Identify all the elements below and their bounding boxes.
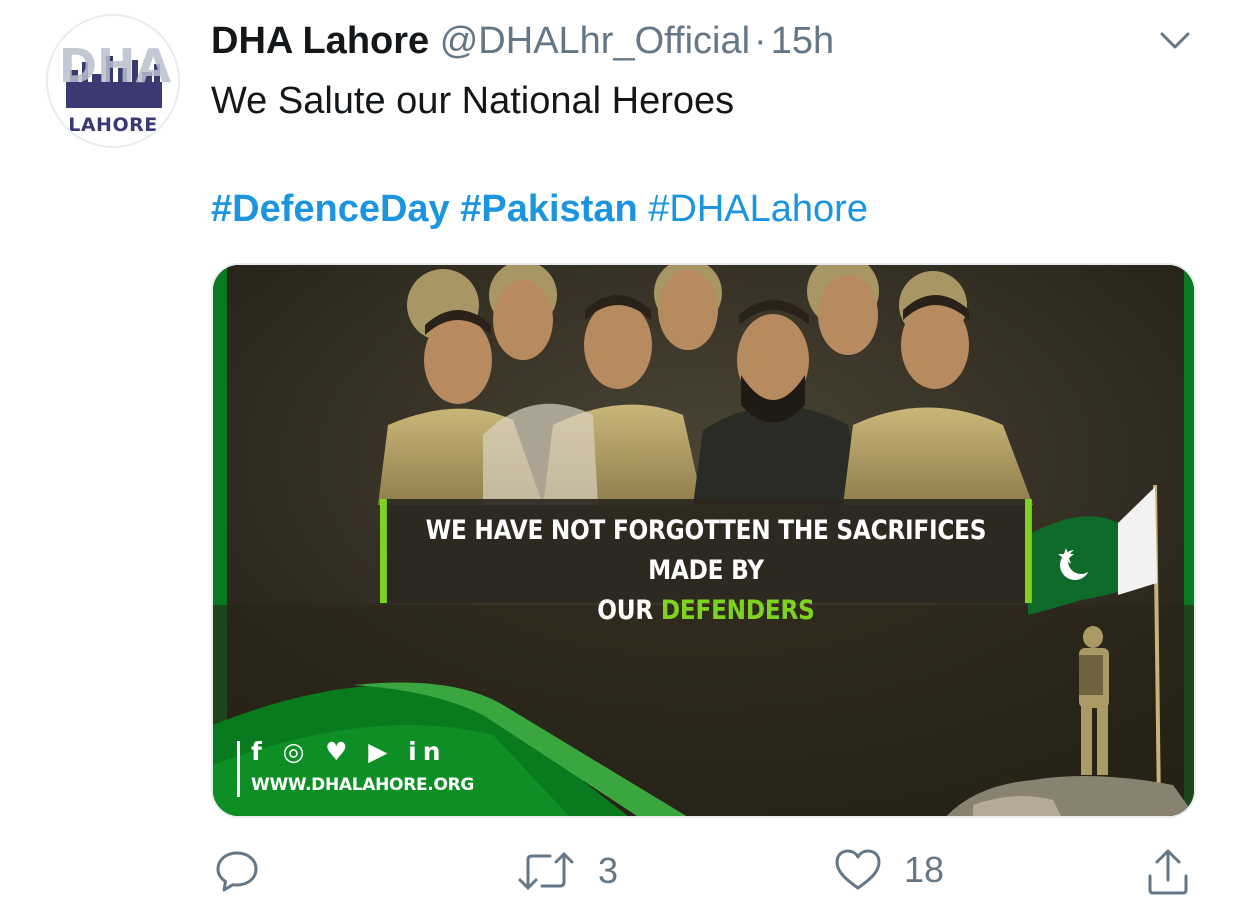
tweet-text: We Salute our National Heroes [211,80,735,122]
hashtag-dhalahore[interactable]: #DHALahore [648,188,868,230]
retweet-button[interactable]: 3 [516,848,618,894]
like-count: 18 [904,849,945,890]
author-name[interactable]: DHA Lahore [211,20,429,62]
headline-line1: WE HAVE NOT FORGOTTEN THE SACRIFICES MAD… [425,515,987,586]
avatar[interactable]: DHA LAHORE [46,14,180,148]
headline-line2: OUR DEFENDERS [387,591,1025,631]
hashtag-pakistan[interactable]: #Pakistan [460,188,637,230]
chevron-down-icon[interactable] [1158,28,1192,52]
avatar-caption: LAHORE [68,114,158,136]
social-divider [237,741,240,797]
author-handle[interactable]: @DHALhr_Official [440,20,750,62]
headline-highlight: DEFENDERS [660,595,815,626]
tweet-header: DHA Lahore @DHALhr_Official · 15h [211,18,834,64]
headline-prefix: OUR [597,595,654,626]
tweet-image[interactable]: WE HAVE NOT FORGOTTEN THE SACRIFICES MAD… [211,263,1196,818]
share-icon [1148,849,1188,895]
retweet-icon [518,852,574,890]
share-button[interactable] [1146,848,1190,896]
reply-icon [216,851,258,892]
reply-button[interactable] [214,848,282,894]
website-url: WWW.DHALAHORE.ORG [251,775,475,795]
image-headline: WE HAVE NOT FORGOTTEN THE SACRIFICES MAD… [380,499,1032,626]
social-icons: f ◎ ♥ ▶ in [251,737,447,766]
hashtag-defenceday[interactable]: #DefenceDay [211,188,450,230]
like-icon [835,849,881,890]
tweet-actions: 3 18 [0,848,1242,904]
tweet-time[interactable]: 15h [771,20,834,62]
logo-text: DHA [59,39,172,93]
hashtags: #DefenceDay #Pakistan #DHALahore [211,186,868,232]
like-button[interactable]: 18 [834,848,944,892]
separator-dot: · [754,20,767,62]
retweet-count: 3 [598,850,619,891]
